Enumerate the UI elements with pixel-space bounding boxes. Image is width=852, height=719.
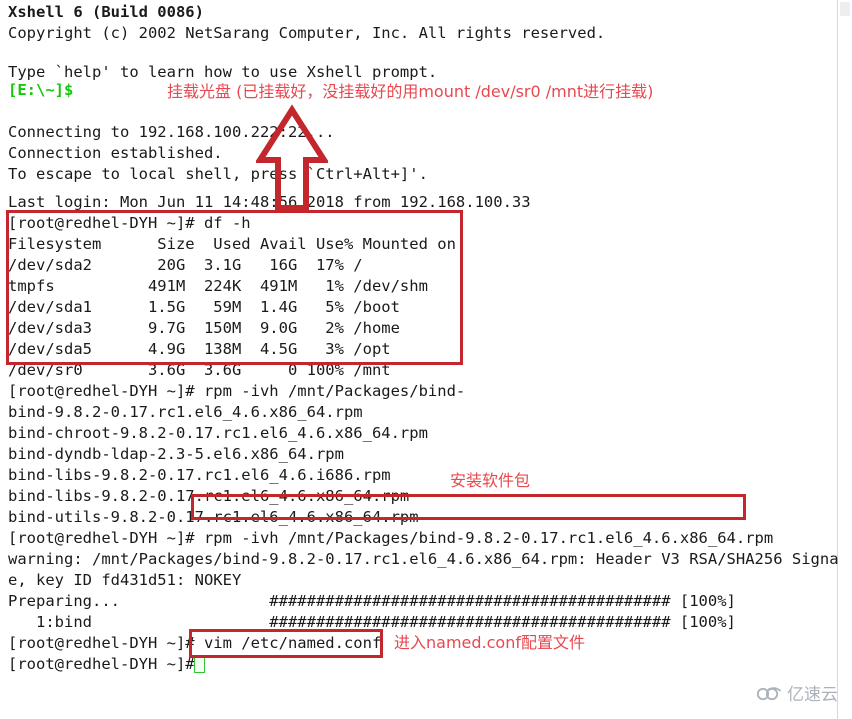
- package-list-item: bind-libs-9.8.2-0.17.rc1.el6_4.6.x86_64.…: [8, 487, 410, 505]
- vim-command[interactable]: vim /etc/named.conf: [204, 634, 381, 652]
- package-list-item: bind-libs-9.8.2-0.17.rc1.el6_4.6.i686.rp…: [8, 466, 391, 484]
- escape-hint-line: To escape to local shell, press `Ctrl+Al…: [8, 165, 428, 183]
- annotation-named-conf-text: 进入named.conf配置文件: [394, 633, 585, 652]
- connecting-line: Connecting to 192.168.100.222:22...: [8, 123, 335, 141]
- watermark: 亿速云: [756, 680, 838, 705]
- package-list-item: bind-chroot-9.8.2-0.17.rc1.el6_4.6.x86_6…: [8, 424, 428, 442]
- package-list-item: bind-9.8.2-0.17.rc1.el6_4.6.x86_64.rpm: [8, 403, 363, 421]
- terminal-cursor: [194, 655, 205, 673]
- package-list-item: bind-utils-9.8.2-0.17.rc1.el6_4.6.x86_64…: [8, 508, 419, 526]
- df-table-row: /dev/sda2 20G 3.1G 16G 17% /: [8, 256, 363, 274]
- rpm-warning-cont: e, key ID fd431d51: NOKEY: [8, 571, 242, 589]
- scrollbar-thumb[interactable]: [840, 2, 850, 16]
- shell-prompt: [root@redhel-DYH ~]#: [8, 634, 204, 652]
- vim-command-line: [root@redhel-DYH ~]# vim /etc/named.conf: [8, 633, 381, 654]
- final-shell-prompt: [root@redhel-DYH ~]#: [8, 655, 204, 673]
- df-command-line: [root@redhel-DYH ~]# df -h: [8, 214, 251, 232]
- df-table-row: /dev/sr0 3.6G 3.6G 0 100% /mnt: [8, 361, 391, 379]
- rpm-progress-prepare: Preparing... ###########################…: [8, 592, 736, 610]
- scrollbar-gutter[interactable]: [838, 0, 852, 719]
- local-shell-prompt: [E:\~]$: [8, 81, 74, 99]
- df-table-row: /dev/sda5 4.9G 138M 4.5G 3% /opt: [8, 340, 391, 358]
- terminal-banner-copyright: Copyright (c) 2002 NetSarang Computer, I…: [8, 24, 606, 42]
- rpm-list-command: [root@redhel-DYH ~]# rpm -ivh /mnt/Packa…: [8, 382, 466, 400]
- annotation-install-package-text: 安装软件包: [450, 471, 531, 490]
- last-login-line: Last login: Mon Jun 11 14:48:56 2018 fro…: [8, 193, 531, 211]
- rpm-warning-line: warning: /mnt/Packages/bind-9.8.2-0.17.r…: [8, 550, 852, 568]
- terminal-banner-title: Xshell 6 (Build 0086): [8, 3, 204, 21]
- df-table-header: Filesystem Size Used Avail Use% Mounted …: [8, 235, 456, 253]
- shell-prompt: [root@redhel-DYH ~]#: [8, 529, 204, 547]
- watermark-text: 亿速云: [787, 685, 838, 705]
- df-table-row: /dev/sda3 9.7G 150M 9.0G 2% /home: [8, 319, 400, 337]
- cloud-icon: [756, 686, 781, 700]
- package-list-item: bind-dyndb-ldap-2.3-5.el6.x86_64.rpm: [8, 445, 344, 463]
- df-table-row: /dev/sda1 1.5G 59M 1.4G 5% /boot: [8, 298, 400, 316]
- annotation-mount-cdrom-text: 挂载光盘 (已挂载好，没挂载好的用mount /dev/sr0 /mnt进行挂载…: [167, 82, 654, 101]
- rpm-install-command[interactable]: rpm -ivh /mnt/Packages/bind-9.8.2-0.17.r…: [204, 529, 773, 547]
- rpm-install-line: [root@redhel-DYH ~]# rpm -ivh /mnt/Packa…: [8, 528, 773, 549]
- rpm-progress-bind: 1:bind #################################…: [8, 613, 736, 631]
- terminal-output-pane[interactable]: Xshell 6 (Build 0086) Copyright (c) 2002…: [0, 0, 852, 719]
- df-table-row: tmpfs 491M 224K 491M 1% /dev/shm: [8, 277, 428, 295]
- connection-established: Connection established.: [8, 144, 223, 162]
